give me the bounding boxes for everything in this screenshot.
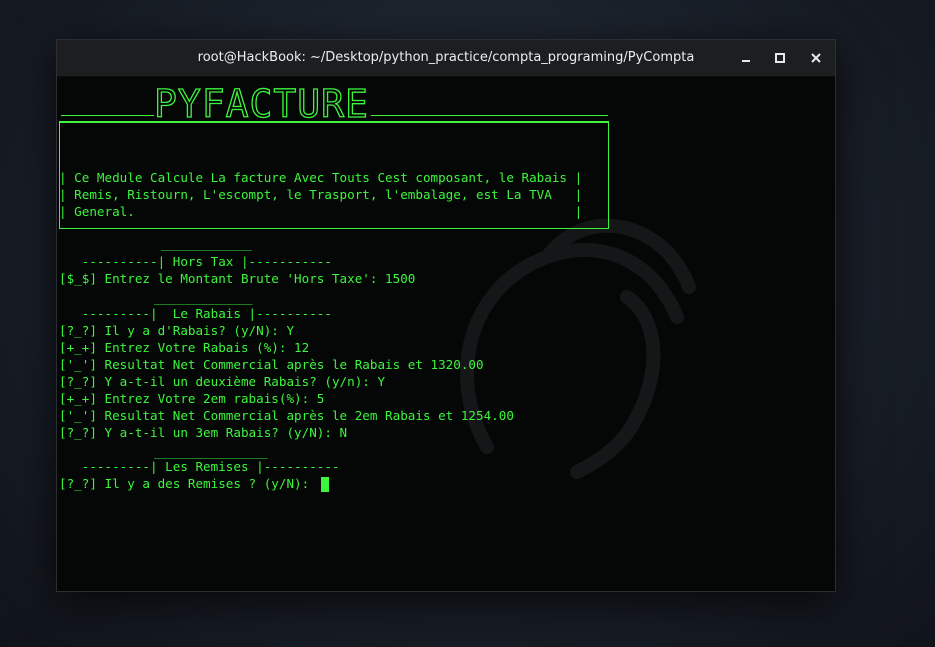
banner-frame-left: [61, 115, 154, 116]
banner-line: | Remis, Ristourn, L'escompt, le Traspor…: [59, 187, 583, 202]
section-header-rabais: ---------| Le Rabais |----------: [59, 306, 332, 321]
banner-line: | General. |: [59, 204, 583, 219]
close-button[interactable]: [807, 49, 825, 67]
window-title: root@HackBook: ~/Desktop/python_practice…: [197, 50, 695, 65]
maximize-button[interactable]: [771, 49, 789, 67]
section-underline: ____________: [161, 236, 252, 251]
terminal-area[interactable]: PYFACTURE | Ce Medule Calcule La facture…: [57, 77, 835, 591]
terminal-line: [?_?] Y a-t-il un deuxième Rabais? (y/n)…: [59, 374, 386, 389]
banner-frame-right: [371, 115, 608, 116]
pyfacture-logo: PYFACTURE: [153, 82, 369, 126]
section-header-remises: ---------| Les Remises |----------: [59, 459, 340, 474]
terminal-window: root@HackBook: ~/Desktop/python_practice…: [56, 39, 836, 592]
title-bar[interactable]: root@HackBook: ~/Desktop/python_practice…: [57, 40, 835, 77]
section-header-hors-tax: ----------| Hors Tax |-----------: [59, 254, 332, 269]
minimize-button[interactable]: [737, 49, 755, 67]
section-underline: _____________: [154, 290, 253, 305]
terminal-line: [?_?] Il y a d'Rabais? (y/N): Y: [59, 323, 295, 338]
banner-line: | Ce Medule Calcule La facture Avec Tout…: [59, 170, 583, 185]
terminal-line: [?_?] Y a-t-il un 3em Rabais? (y/N): N: [59, 425, 348, 440]
prompt-line[interactable]: [?_?] Il y a des Remises ? (y/N):: [59, 475, 329, 492]
terminal-line: [$_$] Entrez le Montant Brute 'Hors Taxe…: [59, 271, 416, 286]
prompt-text: [?_?] Il y a des Remises ? (y/N):: [59, 476, 317, 491]
terminal-line: [+_+] Entrez Votre Rabais (%): 12: [59, 340, 310, 355]
minimize-icon: [742, 60, 750, 62]
maximize-icon: [775, 53, 785, 63]
terminal-line: ['_'] Resultat Net Commercial après le R…: [59, 357, 484, 372]
terminal-line: ['_'] Resultat Net Commercial après le 2…: [59, 408, 514, 423]
close-icon: [811, 53, 821, 63]
text-cursor: [320, 477, 329, 492]
terminal-line: [+_+] Entrez Votre 2em rabais(%): 5: [59, 391, 325, 406]
